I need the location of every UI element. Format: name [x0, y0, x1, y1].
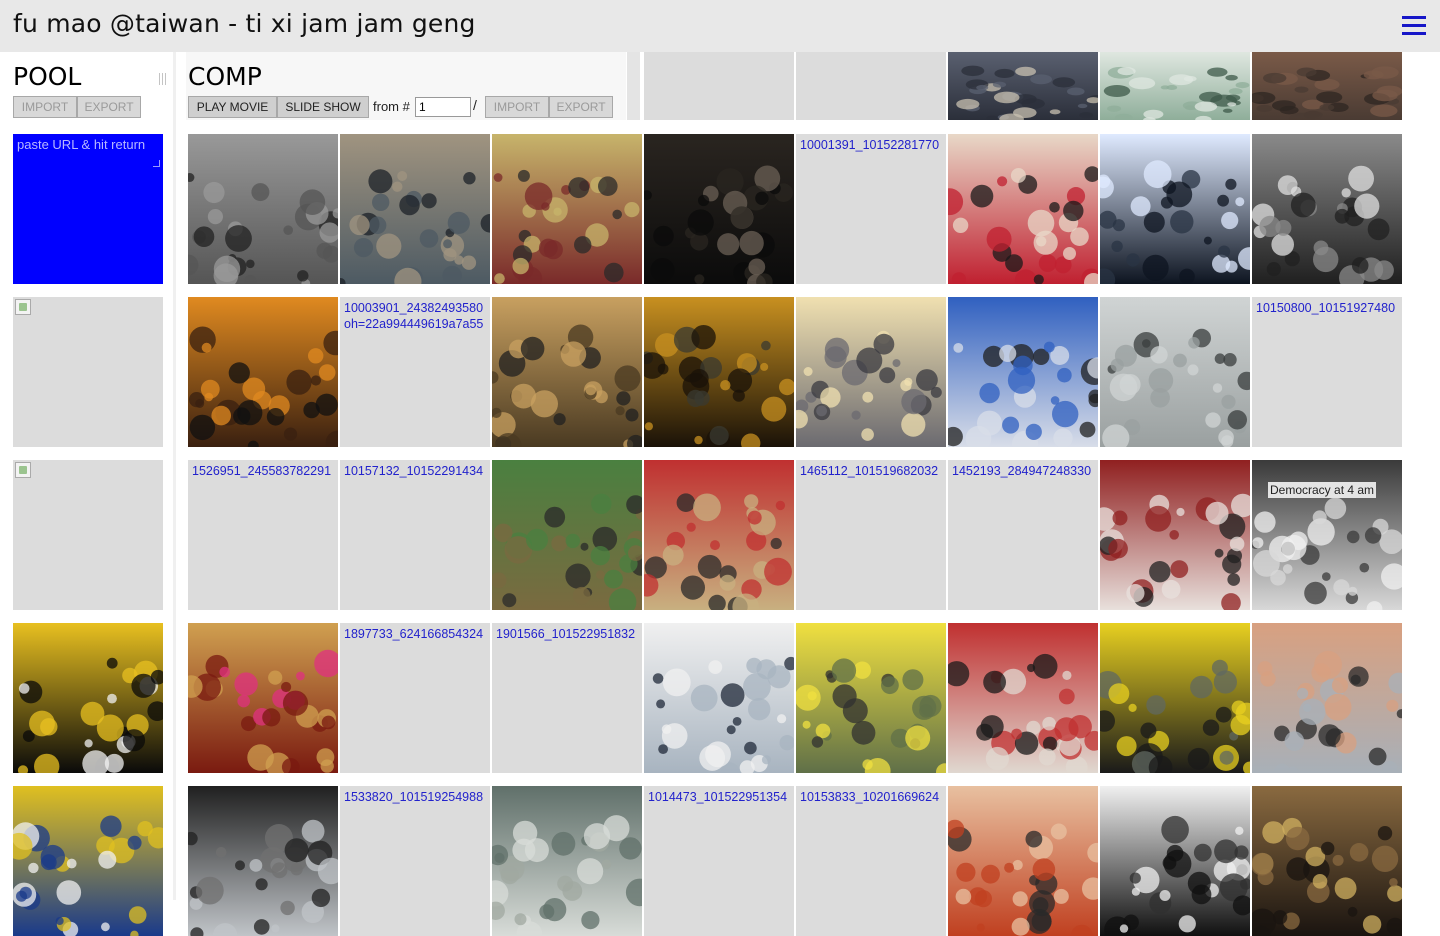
- tile-filename: 10157132_10152291434: [344, 464, 484, 478]
- pool-import-button[interactable]: IMPORT: [13, 96, 77, 118]
- pool-item-broken[interactable]: [13, 460, 163, 610]
- comp-tile-unloaded[interactable]: 10003901_24382493580 oh=22a994449619a7a5…: [340, 297, 490, 447]
- pool-title: POOL: [13, 62, 82, 91]
- comp-tile-photo[interactable]: [492, 297, 642, 447]
- comp-tile-unloaded[interactable]: 10001391_10152281770: [796, 134, 946, 284]
- comp-tile-photo[interactable]: [1100, 460, 1250, 610]
- comp-tile-photo[interactable]: [948, 786, 1098, 936]
- comp-tile-photo[interactable]: [1100, 623, 1250, 773]
- comp-tile-photo[interactable]: [188, 134, 338, 284]
- resize-handle-icon[interactable]: [159, 73, 169, 85]
- comp-tile-photo[interactable]: [492, 786, 642, 936]
- comp-tile-photo[interactable]: [948, 134, 1098, 284]
- comp-tile[interactable]: [948, 52, 1098, 120]
- comp-tile-photo[interactable]: [188, 297, 338, 447]
- pool-item-photo[interactable]: [13, 623, 163, 773]
- comp-tile-unloaded[interactable]: 10150800_10151927480: [1252, 297, 1402, 447]
- play-movie-button[interactable]: PLAY MOVIE: [188, 96, 277, 118]
- comp-tile[interactable]: [1252, 52, 1402, 120]
- from-number-input[interactable]: [415, 97, 471, 117]
- broken-image-icon: [15, 299, 31, 315]
- comp-tile[interactable]: [1100, 52, 1250, 120]
- comp-tile-photo[interactable]: [796, 297, 946, 447]
- pool-item-broken[interactable]: [13, 297, 163, 447]
- comp-tile-photo[interactable]: [644, 623, 794, 773]
- tile-filename: 1465112_101519682032: [800, 464, 939, 478]
- comp-tile-photo[interactable]: [948, 297, 1098, 447]
- tile-filename: 1526951_245583782291: [192, 464, 332, 478]
- comp-tile-photo[interactable]: [492, 134, 642, 284]
- tile-filename: 10150800_10151927480: [1256, 301, 1396, 315]
- comp-tile-photo[interactable]: [1100, 786, 1250, 936]
- tile-filename: 1901566_101522951832: [496, 627, 636, 641]
- comp-tile-photo[interactable]: [948, 623, 1098, 773]
- comp-tile-photo[interactable]: [492, 460, 642, 610]
- comp-tile-unloaded[interactable]: 10157132_10152291434: [340, 460, 490, 610]
- pool-export-button[interactable]: EXPORT: [77, 96, 141, 118]
- comp-tile-unloaded[interactable]: 1014473_101522951354: [644, 786, 794, 936]
- comp-tile-photo[interactable]: [644, 460, 794, 610]
- tile-filename: 1014473_101522951354: [648, 790, 788, 804]
- hamburger-menu-icon[interactable]: [1402, 16, 1426, 36]
- comp-tile-photo[interactable]: [1252, 786, 1402, 936]
- app-title: fu mao @taiwan - ti xi jam jam geng: [13, 9, 476, 38]
- comp-tile-photo[interactable]: [1252, 623, 1402, 773]
- tile-filename: 10003901_24382493580 oh=22a994449619a7a5…: [344, 301, 484, 331]
- comp-tile-unloaded[interactable]: 1897733_624166854324: [340, 623, 490, 773]
- comp-tile-unloaded[interactable]: 1533820_101519254988: [340, 786, 490, 936]
- paste-url-input[interactable]: paste URL & hit return: [13, 134, 163, 284]
- tile-filename: 1897733_624166854324: [344, 627, 484, 641]
- comp-tile-photo[interactable]: [188, 623, 338, 773]
- comp-export-button[interactable]: EXPORT: [549, 96, 613, 118]
- comp-import-button[interactable]: IMPORT: [485, 96, 549, 118]
- comp-tile-unloaded[interactable]: 10153833_10201669624: [796, 786, 946, 936]
- comp-tile-photo[interactable]: [796, 623, 946, 773]
- tile-filename: 10153833_10201669624: [800, 790, 940, 804]
- tile-sign-text: Democracy at 4 am: [1268, 482, 1377, 498]
- comp-tile-photo[interactable]: Democracy at 4 am: [1252, 460, 1402, 610]
- comp-tile-photo[interactable]: [340, 134, 490, 284]
- comp-tile-unloaded[interactable]: 1901566_101522951832: [492, 623, 642, 773]
- paste-url-placeholder: paste URL & hit return: [17, 137, 146, 152]
- from-separator: /: [473, 97, 477, 113]
- comp-tile-photo[interactable]: [1252, 134, 1402, 284]
- from-label: from #: [373, 99, 410, 114]
- column-divider[interactable]: [173, 52, 176, 900]
- comp-tile-unloaded[interactable]: 1452193_284947248330: [948, 460, 1098, 610]
- textarea-resize-icon[interactable]: [153, 160, 160, 167]
- tile-filename: 1452193_284947248330: [952, 464, 1092, 478]
- comp-title: COMP: [188, 62, 262, 91]
- comp-tile-photo[interactable]: [644, 134, 794, 284]
- broken-image-icon: [15, 462, 31, 478]
- comp-tile-photo[interactable]: [1100, 134, 1250, 284]
- comp-tile-photo[interactable]: [188, 786, 338, 936]
- pool-item-photo[interactable]: [13, 786, 163, 936]
- comp-tile-unloaded[interactable]: 1526951_245583782291: [188, 460, 338, 610]
- comp-tile-photo[interactable]: [644, 297, 794, 447]
- comp-tile-photo[interactable]: [1100, 297, 1250, 447]
- tile-filename: 10001391_10152281770: [800, 138, 940, 152]
- slide-show-button[interactable]: SLIDE SHOW: [277, 96, 369, 118]
- comp-tile[interactable]: [644, 52, 794, 120]
- comp-header-scrollbar[interactable]: [627, 52, 640, 120]
- top-bar: fu mao @taiwan - ti xi jam jam geng: [0, 0, 1440, 52]
- comp-tile[interactable]: [796, 52, 946, 120]
- tile-filename: 1533820_101519254988: [344, 790, 484, 804]
- comp-tile-unloaded[interactable]: 1465112_101519682032: [796, 460, 946, 610]
